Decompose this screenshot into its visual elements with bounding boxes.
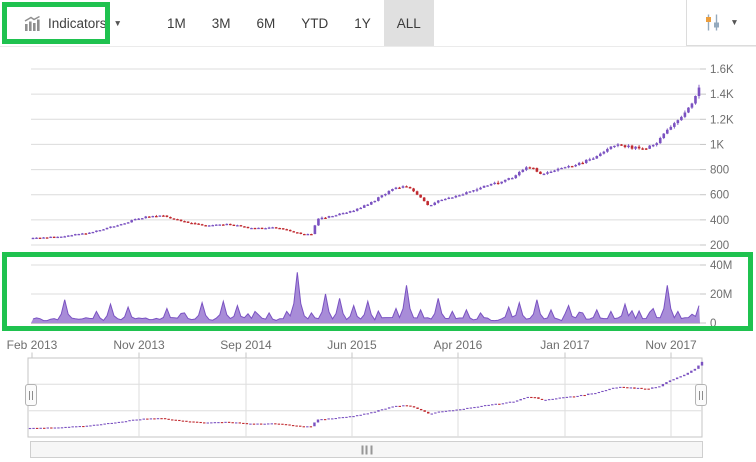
chevron-down-icon: ▼ (730, 18, 738, 27)
svg-text:Sep 2014: Sep 2014 (220, 338, 272, 352)
period-button-6m[interactable]: 6M (243, 0, 288, 46)
x-axis-labels: Feb 2013 Nov 2013 Sep 2014 Jun 2015 Apr 2016… (7, 338, 697, 352)
svg-text:1.2K: 1.2K (710, 114, 734, 126)
svg-text:Jun 2015: Jun 2015 (327, 338, 377, 352)
chevron-down-icon: ▼ (114, 19, 122, 28)
period-button-3m[interactable]: 3M (199, 0, 244, 46)
scrollbar-grip[interactable] (361, 445, 372, 454)
svg-text:0: 0 (710, 318, 716, 330)
svg-text:Feb 2013: Feb 2013 (7, 338, 58, 352)
svg-text:400: 400 (710, 215, 729, 227)
svg-text:40M: 40M (710, 260, 732, 272)
indicators-label: Indicators (48, 16, 107, 31)
stock-chart-canvas: 1.6K 1.4K 1.2K 1K 800 600 400 200 40M 20M 0 Feb 201… (0, 0, 756, 462)
trendline-settings-icon (704, 14, 721, 31)
volume-series (31, 272, 700, 323)
range-navigator-left-handle[interactable] (25, 384, 37, 406)
price-gridlines (31, 69, 706, 245)
svg-text:200: 200 (710, 240, 729, 252)
svg-text:800: 800 (710, 165, 729, 177)
period-button-all[interactable]: ALL (384, 0, 434, 46)
svg-text:20M: 20M (710, 289, 732, 301)
candlestick-series (32, 85, 701, 239)
svg-text:600: 600 (710, 190, 729, 202)
period-button-ytd[interactable]: YTD (288, 0, 341, 46)
range-navigator-right-handle[interactable] (695, 384, 707, 406)
indicator-chart-icon (24, 16, 41, 31)
svg-text:1.4K: 1.4K (710, 89, 734, 101)
period-button-1y[interactable]: 1Y (341, 0, 384, 46)
period-button-1m[interactable]: 1M (154, 0, 199, 46)
price-axis-labels: 1.6K 1.4K 1.2K 1K 800 600 400 200 (710, 64, 734, 252)
range-navigator (28, 353, 703, 438)
toolbar: Indicators ▼ 1M3M6MYTD1YALL ▼ (0, 0, 756, 47)
svg-text:Jan 2017: Jan 2017 (540, 338, 590, 352)
svg-text:1K: 1K (710, 139, 724, 151)
volume-axis-labels: 40M 20M 0 (710, 260, 732, 330)
svg-text:Apr 2016: Apr 2016 (434, 338, 483, 352)
svg-text:1.6K: 1.6K (710, 64, 734, 76)
indicators-button[interactable]: Indicators ▼ (14, 0, 132, 46)
svg-text:Nov 2013: Nov 2013 (113, 338, 165, 352)
range-scrollbar[interactable] (30, 441, 703, 458)
settings-button[interactable]: ▼ (686, 0, 756, 46)
period-selector: 1M3M6MYTD1YALL (154, 0, 434, 46)
svg-text:Nov 2017: Nov 2017 (645, 338, 697, 352)
